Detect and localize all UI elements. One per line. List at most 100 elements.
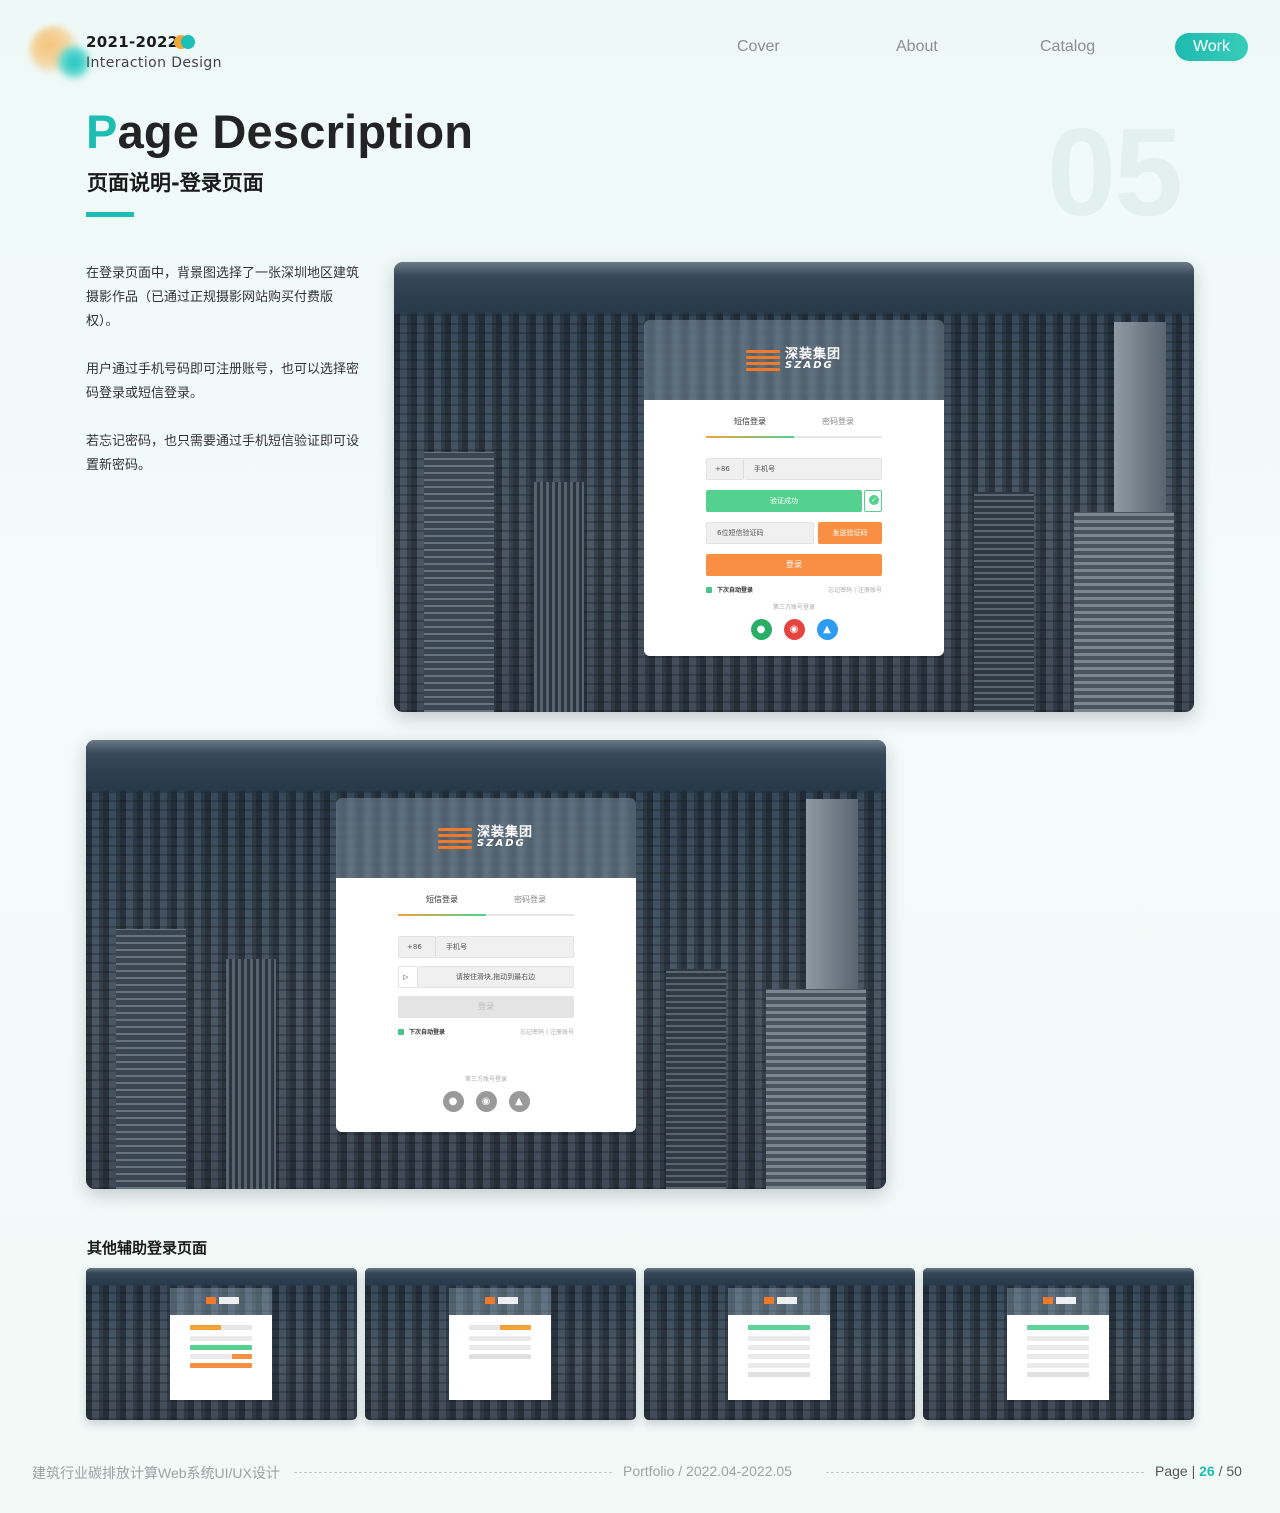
- description-paragraph: 若忘记密码，也只需要通过手机短信验证即可设置新密码。: [86, 434, 360, 473]
- third-party-label: 第三方账号登录: [772, 604, 815, 611]
- building: [534, 482, 584, 712]
- footer-divider: [294, 1472, 612, 1473]
- nav-catalog[interactable]: Catalog: [1040, 38, 1095, 66]
- qq-icon[interactable]: ▲: [816, 619, 838, 640]
- register-link[interactable]: 注册账号: [858, 587, 882, 594]
- country-code-select[interactable]: +86: [398, 936, 436, 958]
- auto-login-checkbox[interactable]: 下次自动登录: [706, 585, 753, 594]
- brand-name-cn: 深装集团: [785, 347, 842, 362]
- slider-handle-icon[interactable]: ▷: [398, 966, 418, 988]
- building: [424, 452, 494, 712]
- building: [666, 969, 726, 1189]
- login-row: 登录: [706, 554, 882, 576]
- footer-portfolio: Portfolio / 2022.04-2022.05: [623, 1463, 792, 1479]
- phone-row: +86 手机号: [706, 458, 882, 480]
- building: [766, 989, 866, 1189]
- auto-login-label: 下次自动登录: [717, 587, 754, 594]
- tab-sms-login[interactable]: 短信登录: [706, 400, 794, 436]
- tab-sms-login[interactable]: 短信登录: [398, 878, 486, 914]
- thumbnail-password-login[interactable]: [365, 1268, 636, 1420]
- brand-logo: 深装集团 SZADG: [438, 826, 533, 850]
- brand-name-en: SZADG: [477, 838, 526, 849]
- weibo-icon[interactable]: ◉: [783, 619, 805, 640]
- login-tabs: 短信登录 密码登录: [706, 400, 882, 438]
- captcha-row: 验证成功: [706, 490, 882, 512]
- auto-login-checkbox[interactable]: 下次自动登录: [398, 1027, 445, 1036]
- tab-password-login[interactable]: 密码登录: [794, 400, 882, 436]
- brand-mark-icon: [438, 826, 472, 850]
- qq-icon[interactable]: ▲: [508, 1091, 530, 1112]
- wechat-icon[interactable]: ●: [442, 1091, 464, 1112]
- login-card: 深装集团 SZADG 短信登录 密码登录 +86 手机号 ▷ 请按住滑块,拖动到…: [336, 798, 636, 1132]
- login-button-disabled[interactable]: 登录: [398, 996, 574, 1018]
- slider-hint: 请按住滑块,拖动到最右边: [418, 966, 574, 988]
- mini-login-card: [1007, 1288, 1109, 1400]
- phone-input[interactable]: 手机号: [744, 458, 882, 480]
- description: 在登录页面中，背景图选择了一张深圳地区建筑摄影作品（已通过正规摄影网站购买付费版…: [86, 262, 362, 502]
- login-screenshot-slider: 深装集团 SZADG 短信登录 密码登录 +86 手机号 ▷ 请按住滑块,拖动到…: [86, 740, 886, 1189]
- login-options: 下次自动登录 忘记密码 | 注册账号: [398, 1027, 574, 1036]
- page-label: Page: [1155, 1463, 1188, 1479]
- section-number: 05: [1047, 104, 1183, 242]
- mini-login-card: [170, 1288, 272, 1400]
- weibo-icon[interactable]: ◉: [475, 1091, 497, 1112]
- register-link[interactable]: 注册账号: [550, 1029, 574, 1036]
- description-paragraph: 在登录页面中，背景图选择了一张深圳地区建筑摄影作品（已通过正规摄影网站购买付费版…: [86, 266, 360, 329]
- phone-row: +86 手机号: [398, 936, 574, 958]
- login-card: 深装集团 SZADG 短信登录 密码登录 +86 手机号 验证成功 6位短信验证…: [644, 320, 944, 656]
- forgot-password-link[interactable]: 忘记密码: [828, 587, 852, 594]
- nav-about[interactable]: About: [896, 38, 938, 66]
- third-party-label: 第三方账号登录: [464, 1076, 507, 1083]
- verify-success-bar[interactable]: 验证成功: [706, 490, 862, 512]
- slider-row: ▷ 请按住滑块,拖动到最右边: [398, 966, 574, 988]
- phone-input[interactable]: 手机号: [436, 936, 574, 958]
- thumbnail-sms-verified[interactable]: [86, 1268, 357, 1420]
- year-label: 2021-2022: [86, 33, 179, 51]
- header-subtitle: Interaction Design: [86, 55, 222, 71]
- footer-divider: [826, 1472, 1144, 1473]
- social-login: ● ◉ ▲: [398, 1091, 574, 1128]
- brand-name-en: SZADG: [785, 360, 834, 371]
- card-header: 深装集团 SZADG: [336, 798, 636, 878]
- title-rest: age Description: [117, 105, 474, 158]
- tab-password-login[interactable]: 密码登录: [486, 878, 574, 914]
- nav-work[interactable]: Work: [1175, 33, 1248, 61]
- mini-login-card: [728, 1288, 830, 1400]
- login-button[interactable]: 登录: [706, 554, 882, 576]
- building: [226, 959, 276, 1189]
- wechat-icon[interactable]: ●: [750, 619, 772, 640]
- brand-mark-icon: [746, 348, 780, 372]
- country-code-select[interactable]: +86: [706, 458, 744, 480]
- login-options: 下次自动登录 忘记密码 | 注册账号: [706, 585, 882, 594]
- social-login: ● ◉ ▲: [706, 619, 882, 656]
- sms-code-input[interactable]: 6位短信验证码: [706, 522, 814, 544]
- login-screenshot-sms: 深装集团 SZADG 短信登录 密码登录 +86 手机号 验证成功 6位短信验证…: [394, 262, 1194, 712]
- brand-logo: 深装集团 SZADG: [746, 348, 841, 372]
- forgot-password-link[interactable]: 忘记密码: [520, 1029, 544, 1036]
- building: [116, 929, 186, 1189]
- mini-login-card: [449, 1288, 551, 1400]
- description-paragraph: 用户通过手机号码即可注册账号，也可以选择密码登录或短信登录。: [86, 362, 360, 401]
- thumbnail-forgot-password[interactable]: [644, 1268, 915, 1420]
- title-underline: [86, 212, 134, 217]
- page-total: / 50: [1218, 1463, 1242, 1479]
- footer-project: 建筑行业碳排放计算Web系统UI/UX设计: [32, 1465, 280, 1481]
- card-header: 深装集团 SZADG: [644, 320, 944, 400]
- nav-cover[interactable]: Cover: [737, 38, 780, 66]
- building: [1074, 512, 1174, 712]
- page-title-cn: 页面说明-登录页面: [87, 171, 264, 195]
- card-body: 短信登录 密码登录 +86 手机号 验证成功 6位短信验证码 发送验证码 登录 …: [644, 400, 944, 656]
- tab-indicator: [398, 914, 486, 916]
- login-row: 登录: [398, 996, 574, 1018]
- send-code-button[interactable]: 发送验证码: [818, 522, 882, 544]
- page-current: 26: [1199, 1463, 1215, 1479]
- login-tabs: 短信登录 密码登录: [398, 878, 574, 916]
- sms-code-row: 6位短信验证码 发送验证码: [706, 522, 882, 544]
- brand-name-cn: 深装集团: [477, 825, 534, 840]
- check-icon: [864, 490, 882, 512]
- page-indicator: Page | 26 / 50: [1155, 1463, 1242, 1479]
- other-pages-heading: 其他辅助登录页面: [87, 1239, 208, 1257]
- year-dots-icon: [174, 35, 196, 49]
- thumbnail-register[interactable]: [923, 1268, 1194, 1420]
- building: [974, 492, 1034, 712]
